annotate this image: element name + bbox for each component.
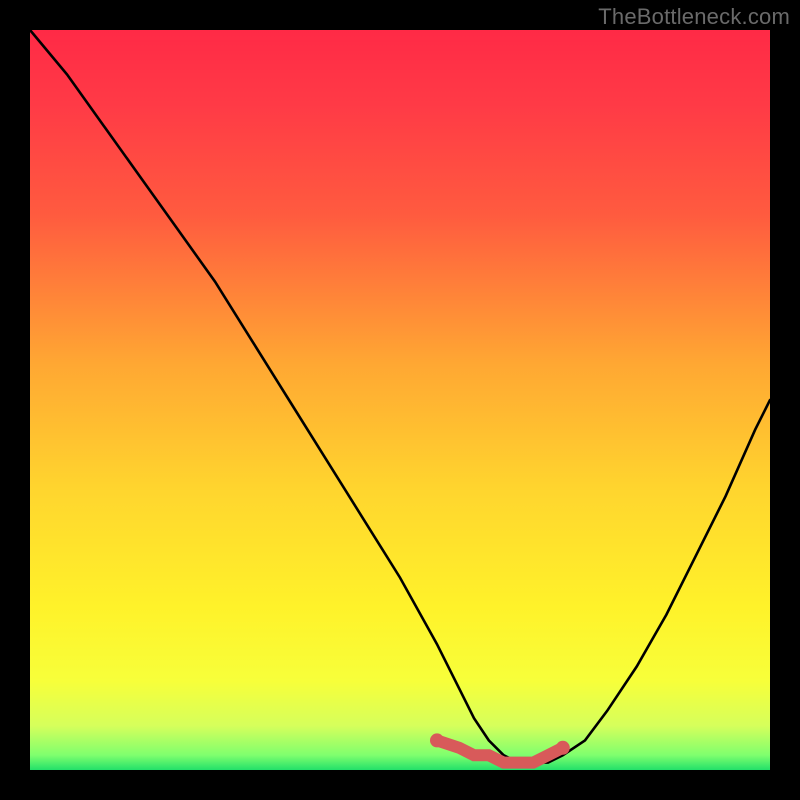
plot-area: [30, 30, 770, 770]
chart-frame: TheBottleneck.com: [0, 0, 800, 800]
highlight-band-dot: [556, 741, 570, 755]
watermark-text: TheBottleneck.com: [598, 4, 790, 30]
bottleneck-curve: [30, 30, 770, 763]
highlight-band-dot: [430, 733, 444, 747]
curve-svg: [30, 30, 770, 770]
highlight-band: [430, 733, 570, 762]
